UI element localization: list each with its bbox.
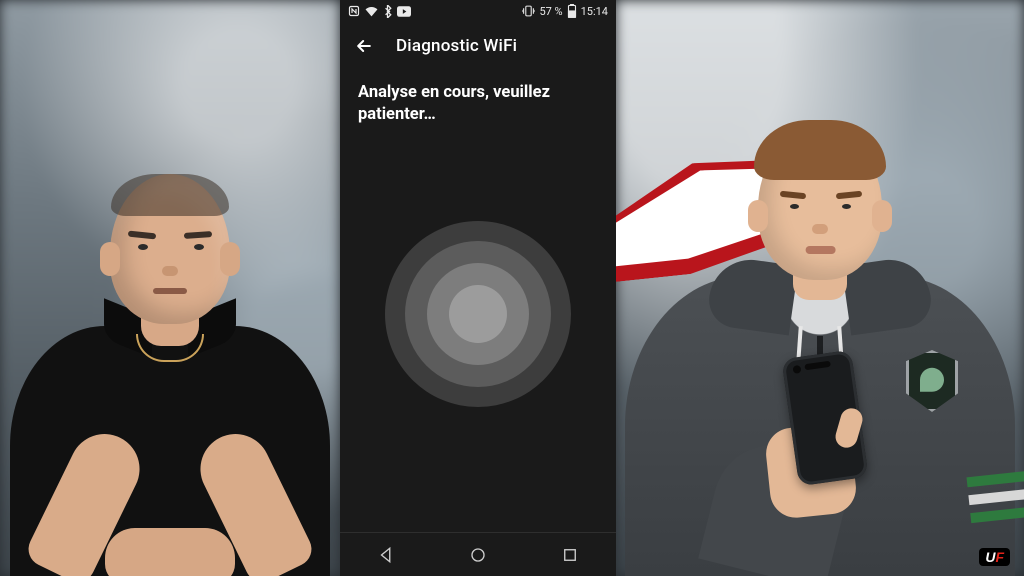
screen-title: Diagnostic WiFi <box>396 36 517 56</box>
status-message: Analyse en cours, veuillez patienter… <box>358 82 598 126</box>
nav-recents-button[interactable] <box>561 546 579 564</box>
clock-label: 15:14 <box>581 5 608 18</box>
battery-percent-label: 57 % <box>539 5 562 18</box>
back-button[interactable] <box>354 36 374 56</box>
presenter-right <box>616 106 1024 576</box>
nfc-icon <box>348 5 360 17</box>
app-bar: Diagnostic WiFi <box>340 22 616 70</box>
presenter-left <box>0 146 340 576</box>
channel-watermark: UF <box>979 548 1010 566</box>
bluetooth-icon <box>383 5 392 18</box>
video-panel-right: S UF <box>616 0 1024 576</box>
phone-screen-overlay: 57 % 15:14 Diagnostic WiFi Analyse en co… <box>340 0 616 576</box>
android-status-bar: 57 % 15:14 <box>340 0 616 22</box>
vibrate-icon <box>522 5 535 17</box>
youtube-icon <box>397 6 411 17</box>
screen-content: Analyse en cours, veuillez patienter… <box>340 70 616 126</box>
battery-icon <box>567 4 577 18</box>
nav-back-button[interactable] <box>377 546 395 564</box>
nav-home-button[interactable] <box>469 546 487 564</box>
wifi-signal-icon <box>365 5 378 17</box>
progress-area <box>340 126 616 532</box>
video-panel-left <box>0 0 340 576</box>
radar-spinner <box>385 221 571 407</box>
android-nav-bar <box>340 532 616 576</box>
